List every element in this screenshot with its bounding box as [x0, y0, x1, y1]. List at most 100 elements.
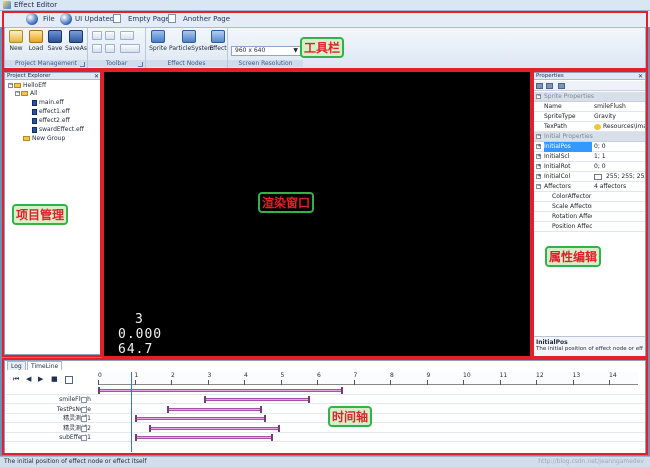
category-initial-properties[interactable]: − Initial Properties — [534, 132, 645, 142]
collapse-icon[interactable]: − — [15, 91, 20, 96]
project-management-group: New Load Save SaveAs Project Management — [5, 28, 88, 68]
particlesystem-button[interactable]: ParticleSystem — [169, 30, 214, 52]
timeline-bar[interactable] — [134, 434, 274, 441]
description-title: InitialPos — [536, 339, 568, 346]
saveas-button[interactable]: SaveAs — [65, 30, 87, 52]
expand-icon[interactable]: + — [536, 164, 541, 169]
property-row[interactable]: +InitialCol255; 255; 255; 2 — [534, 172, 645, 182]
collapse-icon[interactable]: − — [536, 134, 541, 139]
property-row[interactable]: TexPathResources\Imag — [534, 122, 645, 132]
sprite-button[interactable]: Sprite — [149, 30, 167, 52]
timeline-row[interactable] — [5, 386, 645, 395]
effect-nodes-group: Sprite ParticleSystem Effect Effect Node… — [146, 28, 228, 68]
property-row[interactable]: Name smileFlush — [534, 102, 645, 112]
tree-item[interactable]: − HelloEff — [8, 82, 46, 90]
property-pages-icon[interactable] — [558, 83, 565, 89]
tab-ui-updated[interactable]: UI Updated — [75, 15, 114, 23]
timeline-bar[interactable] — [98, 387, 343, 394]
expand-icon[interactable]: + — [536, 174, 541, 179]
timeline-bar[interactable] — [167, 405, 263, 413]
playhead[interactable] — [130, 372, 132, 452]
loop-toggle[interactable] — [65, 376, 73, 384]
timeline-bar[interactable] — [149, 424, 281, 432]
affector-row[interactable]: Scale Affector1 — [534, 202, 645, 212]
tab-another-page[interactable]: Another Page — [183, 15, 230, 23]
new-button[interactable]: New — [8, 30, 24, 52]
track-visibility-checkbox[interactable] — [81, 425, 87, 432]
tree-item[interactable]: swardEffect.eff — [32, 126, 84, 134]
ruler-tick-label: 9 — [426, 372, 431, 379]
tree-item[interactable]: New Group — [23, 135, 65, 143]
property-row-selected[interactable]: + InitialPos 0; 0 — [534, 142, 645, 152]
folder-add-icon[interactable] — [92, 44, 102, 53]
close-icon[interactable]: ✕ — [638, 73, 643, 80]
collapse-icon[interactable]: − — [536, 94, 541, 99]
app-menu-icon[interactable] — [26, 13, 38, 25]
close-icon[interactable]: ✕ — [94, 73, 99, 80]
dialog-launcher-icon[interactable] — [138, 62, 143, 67]
timeline-bar[interactable] — [203, 396, 310, 403]
file-icon — [32, 117, 37, 124]
ruler-tick — [426, 380, 428, 385]
chevron-down-icon: ▼ — [293, 47, 298, 54]
tab-file[interactable]: File — [43, 15, 55, 23]
dialog-launcher-icon[interactable] — [80, 62, 85, 67]
timeline-row[interactable]: 精灵测试2 — [5, 424, 645, 433]
tree-item[interactable]: effect2.eff — [32, 117, 70, 125]
toolbar-group: Toolbar — [88, 28, 146, 68]
select-dropdown[interactable] — [120, 31, 134, 40]
ruler-tick — [280, 380, 282, 385]
timeline-row[interactable]: smileFlush — [5, 395, 645, 404]
load-button[interactable]: Load — [27, 30, 45, 52]
collapse-icon[interactable]: − — [536, 184, 541, 189]
collapse-icon[interactable]: − — [8, 83, 13, 88]
tab-timeline[interactable]: TimeLine — [27, 361, 63, 370]
tree-item[interactable]: effect1.eff — [32, 108, 70, 116]
property-row[interactable]: + InitialScl 1; 1 — [534, 152, 645, 162]
folder-icon — [23, 136, 30, 141]
color-swatch[interactable] — [594, 174, 602, 180]
rotate-icon[interactable] — [105, 31, 115, 40]
property-row[interactable]: − Affectors 4 affectors — [534, 182, 645, 192]
ruler-tick — [353, 380, 355, 385]
explorer-annotation-label: 项目管理 — [12, 204, 69, 225]
stop-icon[interactable]: ■ — [51, 375, 58, 383]
skip-start-icon[interactable]: ⏮ — [13, 375, 19, 384]
time-ruler[interactable]: 0 1 2 3 4 5 6 7 8 9 10 11 12 13 14 — [98, 372, 638, 385]
alphabetical-icon[interactable] — [546, 83, 553, 89]
expand-icon[interactable]: + — [536, 144, 541, 149]
ruler-tick-label: 0 — [98, 372, 102, 379]
property-row[interactable]: SpriteType Gravity — [534, 112, 645, 122]
arrow-icon[interactable] — [105, 44, 115, 53]
timeline-row[interactable]: 精灵测试1 — [5, 414, 645, 423]
track-visibility-checkbox[interactable] — [81, 416, 87, 422]
play-icon[interactable]: ▶ — [38, 375, 43, 383]
timeline-bar[interactable] — [134, 415, 267, 422]
tab-empty-page[interactable]: Empty Page — [128, 15, 170, 23]
track-visibility-checkbox[interactable] — [81, 397, 87, 403]
render-window[interactable]: 3 0.000 64.7 — [103, 72, 531, 357]
track-visibility-checkbox[interactable] — [81, 435, 87, 441]
tab-log[interactable]: Log — [7, 361, 26, 370]
category-sprite-properties[interactable]: − Sprite Properties — [534, 92, 645, 102]
properties-toolbar — [534, 81, 645, 91]
categorized-icon[interactable] — [536, 83, 543, 89]
effect-button[interactable]: Effect — [209, 30, 227, 52]
layout-dropdown[interactable] — [120, 44, 140, 53]
resolution-select[interactable]: 960 x 640 ▼ — [231, 46, 301, 56]
step-back-icon[interactable]: ◀ — [26, 375, 31, 383]
explorer-header: Project Explorer ✕ — [5, 73, 101, 80]
affector-row[interactable]: Position Affect — [534, 222, 645, 232]
affector-row[interactable]: Rotation Affect — [534, 212, 645, 222]
expand-icon[interactable]: + — [536, 154, 541, 159]
tree-item[interactable]: main.eff — [32, 99, 64, 107]
move-icon[interactable] — [92, 31, 102, 40]
track-visibility-checkbox[interactable] — [81, 406, 87, 413]
timeline-row[interactable]: subEffect1 — [5, 433, 645, 442]
description-text: The initial position of effect node or e… — [536, 346, 643, 352]
property-row[interactable]: + InitialRot 0; 0 — [534, 162, 645, 172]
tree-item[interactable]: − All — [15, 90, 37, 98]
timeline-row[interactable]: TestPsNode — [5, 405, 645, 414]
affector-row[interactable]: ColorAffector1 — [534, 192, 645, 202]
save-button[interactable]: Save — [47, 30, 63, 52]
